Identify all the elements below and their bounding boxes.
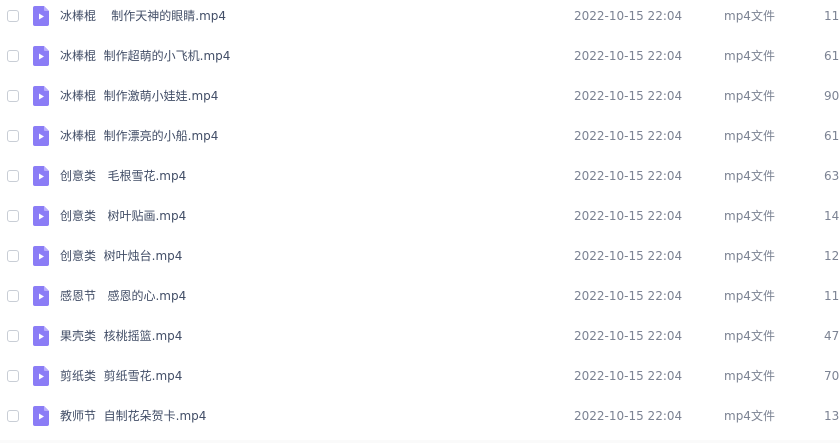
file-date: 2022-10-15 22:04 [574, 49, 683, 63]
row-checkbox[interactable] [7, 130, 19, 142]
video-file-icon [33, 366, 49, 386]
file-type: mp4文件 [724, 9, 775, 23]
video-file-icon [33, 246, 49, 266]
file-row[interactable]: [ 冰棒棍 制作漂亮的小船.mp4 2022-10-15 22:04 mp4文件… [0, 118, 840, 158]
row-edge-mark: [ [0, 10, 4, 26]
file-date: 2022-10-15 22:04 [574, 369, 683, 383]
file-date: 2022-10-15 22:04 [574, 9, 683, 23]
row-edge-mark: | [0, 210, 4, 226]
file-name[interactable]: 剪纸类 剪纸雪花.mp4 [60, 368, 182, 384]
file-type: mp4文件 [724, 129, 775, 143]
file-type: mp4文件 [724, 89, 775, 103]
row-checkbox[interactable] [7, 10, 19, 22]
file-size: 90. [824, 89, 840, 103]
file-size: 61. [824, 129, 840, 143]
row-edge-mark: - [0, 330, 4, 346]
row-checkbox[interactable] [7, 250, 19, 262]
file-date: 2022-10-15 22:04 [574, 409, 683, 423]
file-row[interactable]: 冰棒棍 制作超萌的小飞机.mp4 2022-10-15 22:04 mp4文件 … [0, 38, 840, 78]
file-name[interactable]: 创意类 树叶烛台.mp4 [60, 248, 182, 264]
file-name[interactable]: 创意类 树叶贴画.mp4 [60, 208, 186, 224]
file-name[interactable]: 创意类 毛根雪花.mp4 [60, 168, 186, 184]
row-checkbox[interactable] [7, 290, 19, 302]
file-date: 2022-10-15 22:04 [574, 289, 683, 303]
file-name[interactable]: 教师节 自制花朵贺卡.mp4 [60, 408, 206, 424]
file-row[interactable]: [ 创意类 树叶烛台.mp4 2022-10-15 22:04 mp4文件 12 [0, 238, 840, 278]
file-type: mp4文件 [724, 249, 775, 263]
video-file-icon [33, 406, 49, 426]
file-size: 63. [824, 169, 840, 183]
file-type: mp4文件 [724, 369, 775, 383]
file-type: mp4文件 [724, 49, 775, 63]
video-file-icon [33, 166, 49, 186]
row-checkbox[interactable] [7, 410, 19, 422]
file-date: 2022-10-15 22:04 [574, 89, 683, 103]
row-edge-mark: [ [0, 290, 4, 306]
file-size: 11 [824, 9, 840, 23]
row-checkbox[interactable] [7, 370, 19, 382]
file-date: 2022-10-15 22:04 [574, 129, 683, 143]
file-name[interactable]: 冰棒棍 制作激萌小娃娃.mp4 [60, 88, 218, 104]
file-row[interactable]: 剪纸类 剪纸雪花.mp4 2022-10-15 22:04 mp4文件 70. [0, 358, 840, 398]
file-type: mp4文件 [724, 209, 775, 223]
file-name[interactable]: 冰棒棍 制作天神的眼睛.mp4 [60, 8, 226, 24]
file-name[interactable]: 冰棒棍 制作漂亮的小船.mp4 [60, 128, 218, 144]
file-type: mp4文件 [724, 329, 775, 343]
row-edge-mark: [ [0, 250, 4, 266]
file-list: [ 冰棒棍 制作天神的眼睛.mp4 2022-10-15 22:04 mp4文件… [0, 0, 840, 443]
file-size: 12 [824, 249, 840, 263]
row-edge-mark: [ [0, 130, 4, 146]
row-edge-mark: [ [0, 90, 4, 106]
row-checkbox[interactable] [7, 90, 19, 102]
file-date: 2022-10-15 22:04 [574, 209, 683, 223]
file-type: mp4文件 [724, 289, 775, 303]
file-size: 14 [824, 209, 840, 223]
file-row[interactable]: 创意类 毛根雪花.mp4 2022-10-15 22:04 mp4文件 63. [0, 158, 840, 198]
row-checkbox[interactable] [7, 50, 19, 62]
file-row[interactable]: - 果壳类 核桃摇篮.mp4 2022-10-15 22:04 mp4文件 47… [0, 318, 840, 358]
file-name[interactable]: 感恩节 感恩的心.mp4 [60, 288, 186, 304]
video-file-icon [33, 126, 49, 146]
file-size: 70. [824, 369, 840, 383]
file-date: 2022-10-15 22:04 [574, 169, 683, 183]
video-file-icon [33, 286, 49, 306]
file-date: 2022-10-15 22:04 [574, 249, 683, 263]
file-row[interactable]: [ 感恩节 感恩的心.mp4 2022-10-15 22:04 mp4文件 11 [0, 278, 840, 318]
row-checkbox[interactable] [7, 170, 19, 182]
video-file-icon [33, 46, 49, 66]
row-checkbox[interactable] [7, 210, 19, 222]
video-file-icon [33, 6, 49, 26]
file-name[interactable]: 果壳类 核桃摇篮.mp4 [60, 328, 182, 344]
file-type: mp4文件 [724, 169, 775, 183]
file-row[interactable]: [ 冰棒棍 制作天神的眼睛.mp4 2022-10-15 22:04 mp4文件… [0, 0, 840, 38]
file-name[interactable]: 冰棒棍 制作超萌的小飞机.mp4 [60, 48, 230, 64]
file-size: 11 [824, 289, 840, 303]
file-type: mp4文件 [724, 409, 775, 423]
video-file-icon [33, 326, 49, 346]
file-size: 47. [824, 329, 840, 343]
video-file-icon [33, 86, 49, 106]
file-row[interactable]: [ 教师节 自制花朵贺卡.mp4 2022-10-15 22:04 mp4文件 … [0, 398, 840, 438]
row-edge-mark: [ [0, 410, 4, 426]
file-size: 61. [824, 49, 840, 63]
file-row[interactable]: | 创意类 树叶贴画.mp4 2022-10-15 22:04 mp4文件 14 [0, 198, 840, 238]
file-date: 2022-10-15 22:04 [574, 329, 683, 343]
video-file-icon [33, 206, 49, 226]
file-size: 13 [824, 409, 840, 423]
row-checkbox[interactable] [7, 330, 19, 342]
file-row[interactable]: [ 冰棒棍 制作激萌小娃娃.mp4 2022-10-15 22:04 mp4文件… [0, 78, 840, 118]
